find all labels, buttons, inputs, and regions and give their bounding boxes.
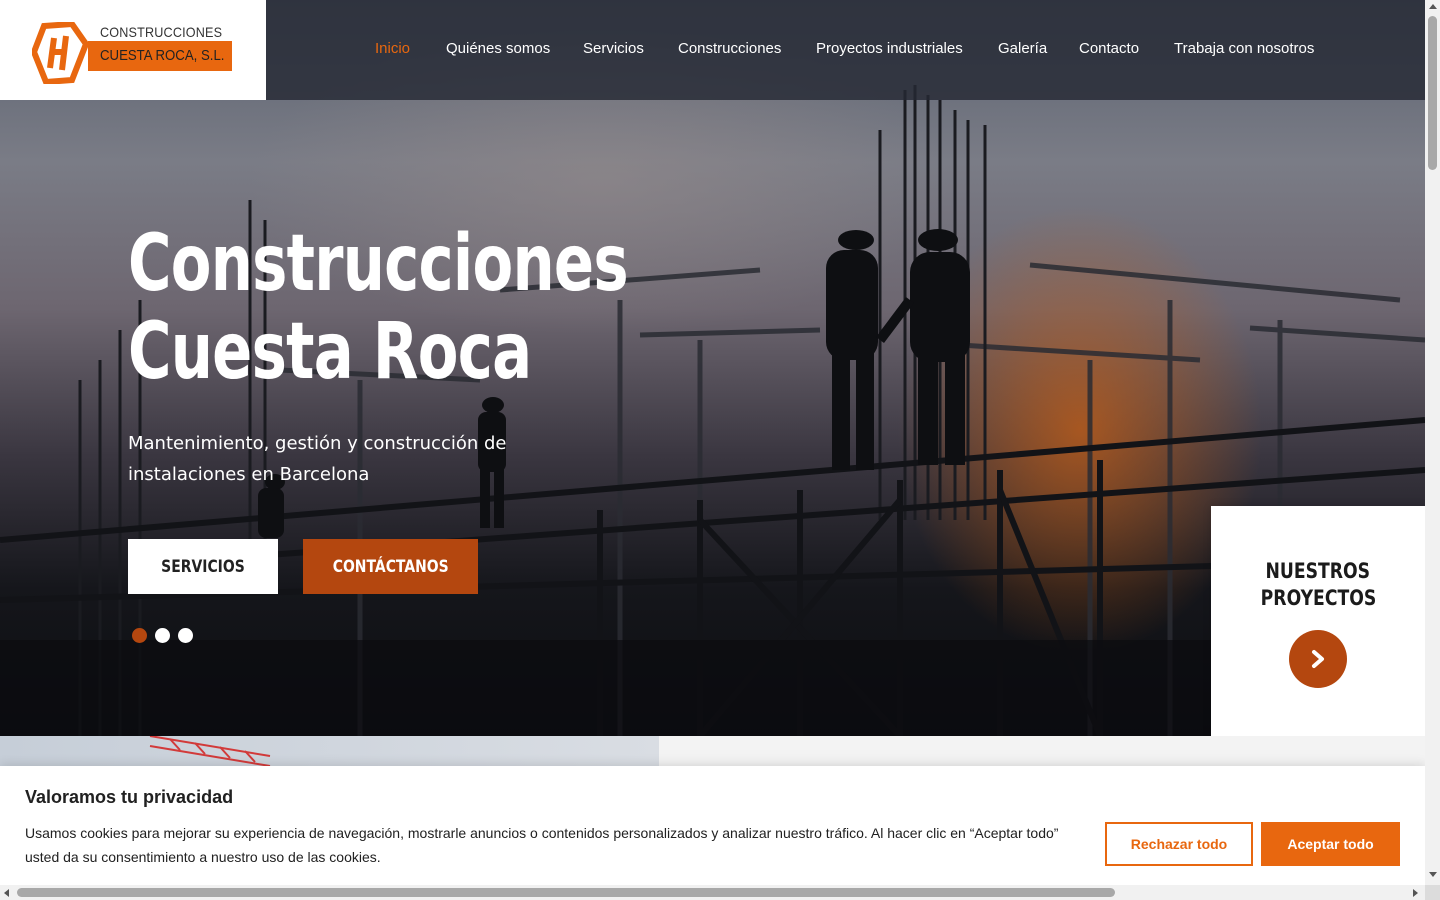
scroll-left-arrow-icon[interactable] <box>4 889 9 897</box>
scrollbar-corner <box>1425 885 1440 900</box>
nav-item-proyectos-industriales[interactable]: Proyectos industriales <box>816 40 963 57</box>
hero-title-line2: Cuesta Roca <box>128 307 532 397</box>
projects-title-line2: PROYECTOS <box>1260 586 1376 610</box>
scroll-up-arrow-icon[interactable] <box>1429 4 1437 9</box>
hero-subtitle: Mantenimiento, gestión y construcción de… <box>128 433 507 485</box>
slider-dot-3[interactable] <box>178 628 193 643</box>
scroll-right-arrow-icon[interactable] <box>1413 889 1418 897</box>
horizontal-scrollbar[interactable] <box>0 885 1425 900</box>
nav-item-quienes-somos[interactable]: Quiénes somos <box>446 40 550 57</box>
nav-item-trabaja-con-nosotros[interactable]: Trabaja con nosotros <box>1174 40 1314 57</box>
horizontal-scroll-thumb[interactable] <box>17 888 1115 897</box>
cookie-title: Valoramos tu privacidad <box>25 787 234 807</box>
main-nav: Inicio Quiénes somos Servicios Construcc… <box>0 40 1425 60</box>
services-button-label: SERVICIOS <box>161 556 245 577</box>
logo-text-top: CONSTRUCCIONES <box>100 24 223 40</box>
projects-arrow-button[interactable] <box>1289 630 1347 688</box>
site-header: CONSTRUCCIONES CUESTA ROCA, S.L. Inicio … <box>0 0 1425 100</box>
nav-item-construcciones[interactable]: Construcciones <box>678 40 781 57</box>
vertical-scrollbar[interactable] <box>1425 0 1440 885</box>
projects-card: NUESTROS PROYECTOS <box>1211 506 1425 746</box>
accept-all-button[interactable]: Aceptar todo <box>1261 822 1400 866</box>
nav-item-inicio[interactable]: Inicio <box>375 40 410 57</box>
services-button[interactable]: SERVICIOS <box>128 539 278 594</box>
slider-dot-2[interactable] <box>155 628 170 643</box>
cookie-banner: Valoramos tu privacidad Usamos cookies p… <box>0 766 1425 886</box>
projects-title: NUESTROS PROYECTOS <box>1211 558 1425 612</box>
contact-button[interactable]: CONTÁCTANOS <box>303 539 478 594</box>
slider-dot-1[interactable] <box>132 628 147 643</box>
nav-item-servicios[interactable]: Servicios <box>583 40 644 57</box>
cookie-text: Usamos cookies para mejorar su experienc… <box>25 825 1059 865</box>
vertical-scroll-thumb[interactable] <box>1428 16 1437 170</box>
hero-title: Construcciones Cuesta Roca <box>128 220 629 397</box>
hero-title-line1: Construcciones <box>128 219 629 309</box>
projects-title-line1: NUESTROS <box>1265 559 1371 583</box>
scroll-down-arrow-icon[interactable] <box>1429 872 1437 877</box>
nav-item-galeria[interactable]: Galería <box>998 40 1047 57</box>
chevron-right-icon <box>1312 650 1324 668</box>
contact-button-label: CONTÁCTANOS <box>332 556 449 577</box>
nav-item-contacto[interactable]: Contacto <box>1079 40 1139 57</box>
reject-all-button[interactable]: Rechazar todo <box>1105 822 1253 866</box>
